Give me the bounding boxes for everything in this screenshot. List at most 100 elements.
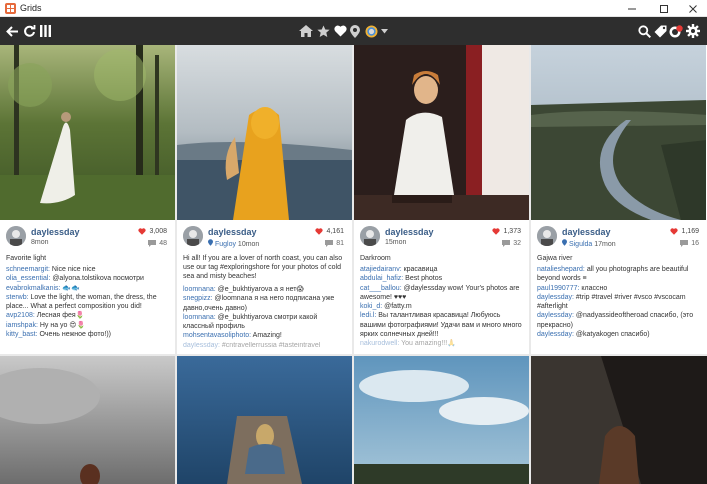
location-pin-icon: [562, 239, 567, 246]
comment-author[interactable]: mohsentavasoliphoto:: [183, 332, 251, 339]
comment-author[interactable]: schneemargit:: [6, 266, 50, 273]
account-switcher[interactable]: [363, 17, 379, 45]
comment: iamshpak: Ну на уо 😍🌷: [6, 321, 172, 330]
comment-author[interactable]: kitty_bast:: [6, 331, 38, 338]
like-count[interactable]: 1,169: [670, 228, 699, 235]
comment-author[interactable]: snegpizz:: [183, 295, 213, 302]
post-username[interactable]: daylessday: [385, 227, 434, 237]
comment-author[interactable]: sterwb:: [6, 294, 29, 301]
liked-button[interactable]: [332, 17, 348, 45]
app-toolbar: [0, 17, 707, 45]
refresh-icon: [23, 24, 35, 37]
post-caption: Darkroom: [360, 255, 391, 262]
comment-author[interactable]: paul1990777:: [537, 285, 579, 292]
comment-author[interactable]: nakurodwell:: [360, 340, 399, 347]
like-count[interactable]: 4,161: [315, 228, 344, 235]
post-card[interactable]: daylessday 15mon 1,373 32 Darkroom ataji…: [354, 45, 529, 354]
post-card[interactable]: daylessday Fugloy 10mon 4,161 81 Hi all!…: [177, 45, 352, 354]
close-button[interactable]: [679, 0, 707, 17]
post-card[interactable]: [177, 356, 352, 484]
post-card[interactable]: daylessday 8mon 3,008 48 Favorite light …: [0, 45, 175, 354]
comment-author[interactable]: loomnana:: [183, 314, 216, 321]
post-username[interactable]: daylessday: [208, 227, 257, 237]
search-icon: [637, 24, 651, 38]
post-photo[interactable]: [354, 356, 529, 484]
post-card[interactable]: daylessday Sigulda 17mon 1,169 16 Gajwa …: [531, 45, 707, 354]
post-card[interactable]: [531, 356, 707, 484]
comment-author[interactable]: avp2108:: [6, 312, 35, 319]
comment-count-value: 48: [159, 240, 167, 247]
comment-list: loomnana: @e_bukhtiyarova а я нет😱 snegp…: [183, 285, 349, 350]
account-dropdown[interactable]: [379, 17, 389, 45]
post-subline: Fugloy 10mon: [208, 239, 259, 248]
home-button[interactable]: [298, 17, 314, 45]
comment-author[interactable]: olia_essential:: [6, 275, 50, 282]
tags-button[interactable]: [652, 17, 668, 45]
post-username[interactable]: daylessday: [31, 227, 80, 237]
comment-author[interactable]: cat___ballou:: [360, 285, 402, 292]
comment-author[interactable]: daylessday:: [183, 342, 220, 349]
post-username[interactable]: daylessday: [562, 227, 611, 237]
comment-count[interactable]: 32: [502, 240, 521, 247]
post-age: 8mon: [31, 239, 49, 246]
comment-count-value: 32: [513, 240, 521, 247]
post-card[interactable]: [354, 356, 529, 484]
avatar[interactable]: [360, 226, 380, 246]
post-photo[interactable]: [177, 45, 352, 220]
comment-author[interactable]: ledi.l:: [360, 312, 376, 319]
post-photo[interactable]: [531, 45, 706, 220]
heart-icon: [333, 25, 347, 37]
comment: sterwb: Love the light, the woman, the d…: [6, 293, 172, 312]
settings-button[interactable]: [684, 17, 702, 45]
window-title: Grids: [20, 3, 42, 13]
comment-author[interactable]: loomnana:: [183, 286, 216, 293]
post-age: 10mon: [237, 241, 260, 248]
post-location[interactable]: Fugloy: [215, 241, 236, 248]
comment-author[interactable]: daylessday:: [537, 294, 574, 301]
maximize-button[interactable]: [650, 0, 678, 17]
post-photo[interactable]: [0, 356, 175, 484]
settings-icon: [686, 24, 700, 38]
post-location[interactable]: Sigulda: [569, 241, 592, 248]
comment-author[interactable]: koki_d:: [360, 303, 382, 310]
comment-author[interactable]: iamshpak:: [6, 322, 38, 329]
comment-author[interactable]: atajiedairanv:: [360, 266, 402, 273]
avatar[interactable]: [6, 226, 26, 246]
post-photo[interactable]: [354, 45, 529, 220]
favorites-button[interactable]: [315, 17, 331, 45]
app-logo-icon: [5, 3, 16, 14]
post-caption: Favorite light: [6, 255, 47, 262]
minimize-button[interactable]: [618, 0, 646, 17]
comment-author[interactable]: evabrokmalkanis:: [6, 285, 60, 292]
comment-text: Ну на уо 😍🌷: [37, 321, 86, 329]
comment-author[interactable]: abdulai_hafiz:: [360, 275, 403, 282]
comment-author[interactable]: daylessday:: [537, 331, 574, 338]
comment-list: natalieshepard: all you photographs are …: [537, 265, 703, 339]
comment-author[interactable]: daylessday:: [537, 312, 574, 319]
comment-count[interactable]: 48: [148, 240, 167, 247]
comment: olia_essential: @alyona.tolstikova посмо…: [6, 274, 172, 283]
post-photo[interactable]: [177, 356, 352, 484]
comment: abdulai_hafiz: Best photos: [360, 274, 526, 283]
search-button[interactable]: [636, 17, 652, 45]
avatar[interactable]: [537, 226, 557, 246]
comment-author[interactable]: natalieshepard:: [537, 266, 585, 273]
notifications-button[interactable]: [668, 17, 684, 45]
heart-icon: [492, 228, 501, 235]
comment-count[interactable]: 81: [325, 240, 344, 247]
comment-count[interactable]: 16: [680, 240, 699, 247]
post-photo[interactable]: [531, 356, 707, 484]
refresh-button[interactable]: [21, 17, 37, 45]
back-button[interactable]: [4, 17, 20, 45]
heart-icon: [315, 228, 324, 235]
like-count[interactable]: 1,373: [492, 228, 521, 235]
post-photo[interactable]: [0, 45, 175, 220]
comment-list: schneemargit: Nice nice nice olia_essent…: [6, 265, 172, 339]
columns-button[interactable]: [38, 17, 52, 45]
comment: daylessday: @katyakogen спасибо): [537, 330, 703, 339]
locations-button[interactable]: [348, 17, 362, 45]
avatar[interactable]: [183, 226, 203, 246]
comment: cat___ballou: @daylessday wow! Your's ph…: [360, 284, 526, 303]
like-count[interactable]: 3,008: [138, 228, 167, 235]
post-card[interactable]: [0, 356, 175, 484]
